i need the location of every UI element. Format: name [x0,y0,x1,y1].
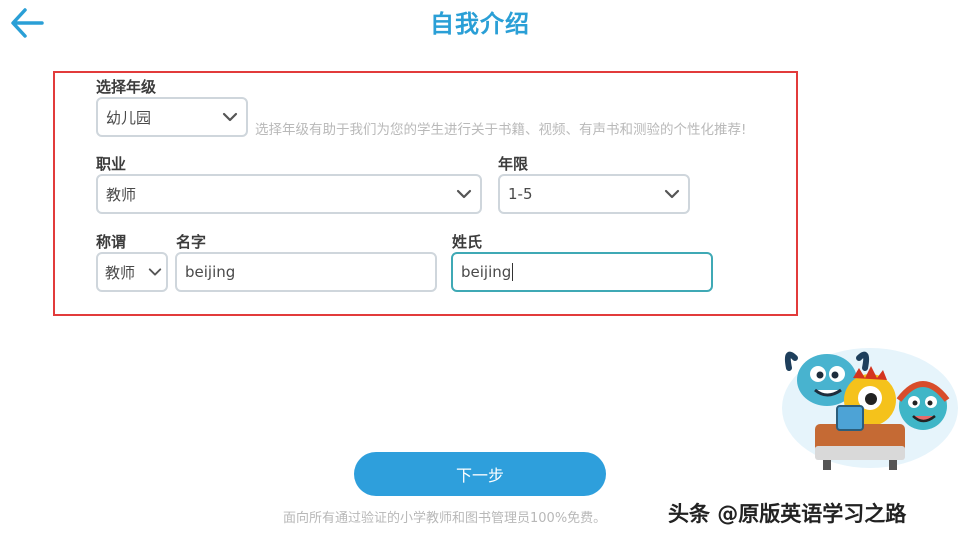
years-label: 年限 [498,155,529,173]
grade-select-value: 幼儿园 [106,108,152,127]
chevron-down-icon [222,112,238,122]
grade-hint-text: 选择年级有助于我们为您的学生进行关于书籍、视频、有声书和测验的个性化推荐! [255,122,747,138]
text-caret [512,263,514,281]
first-name-input-value: beijing [185,263,236,281]
title-select-value: 教师 [105,263,136,282]
next-button[interactable]: 下一步 [354,452,606,496]
occupation-label: 职业 [96,155,127,173]
grade-select[interactable]: 幼儿园 [96,97,248,137]
grade-label: 选择年级 [96,78,157,96]
title-label: 称谓 [96,233,127,251]
chevron-down-icon [664,189,680,199]
chevron-down-icon [148,268,162,276]
occupation-select[interactable]: 教师 [96,174,482,214]
first-name-input[interactable]: beijing [175,252,437,292]
last-name-input-value: beijing [461,263,512,281]
chevron-down-icon [456,189,472,199]
first-name-label: 名字 [176,233,207,251]
watermark-text: 头条 @原版英语学习之路 [668,502,907,526]
page-title: 自我介绍 [430,10,530,38]
title-select[interactable]: 教师 [96,252,168,292]
footer-note: 面向所有通过验证的小学教师和图书管理员100%免费。 [283,511,607,526]
years-select[interactable]: 1-5 [498,174,690,214]
last-name-input[interactable]: beijing [451,252,713,292]
occupation-select-value: 教师 [106,185,137,204]
years-select-value: 1-5 [508,185,533,203]
last-name-label: 姓氏 [452,233,483,251]
monster-mascots-illustration [782,348,958,470]
